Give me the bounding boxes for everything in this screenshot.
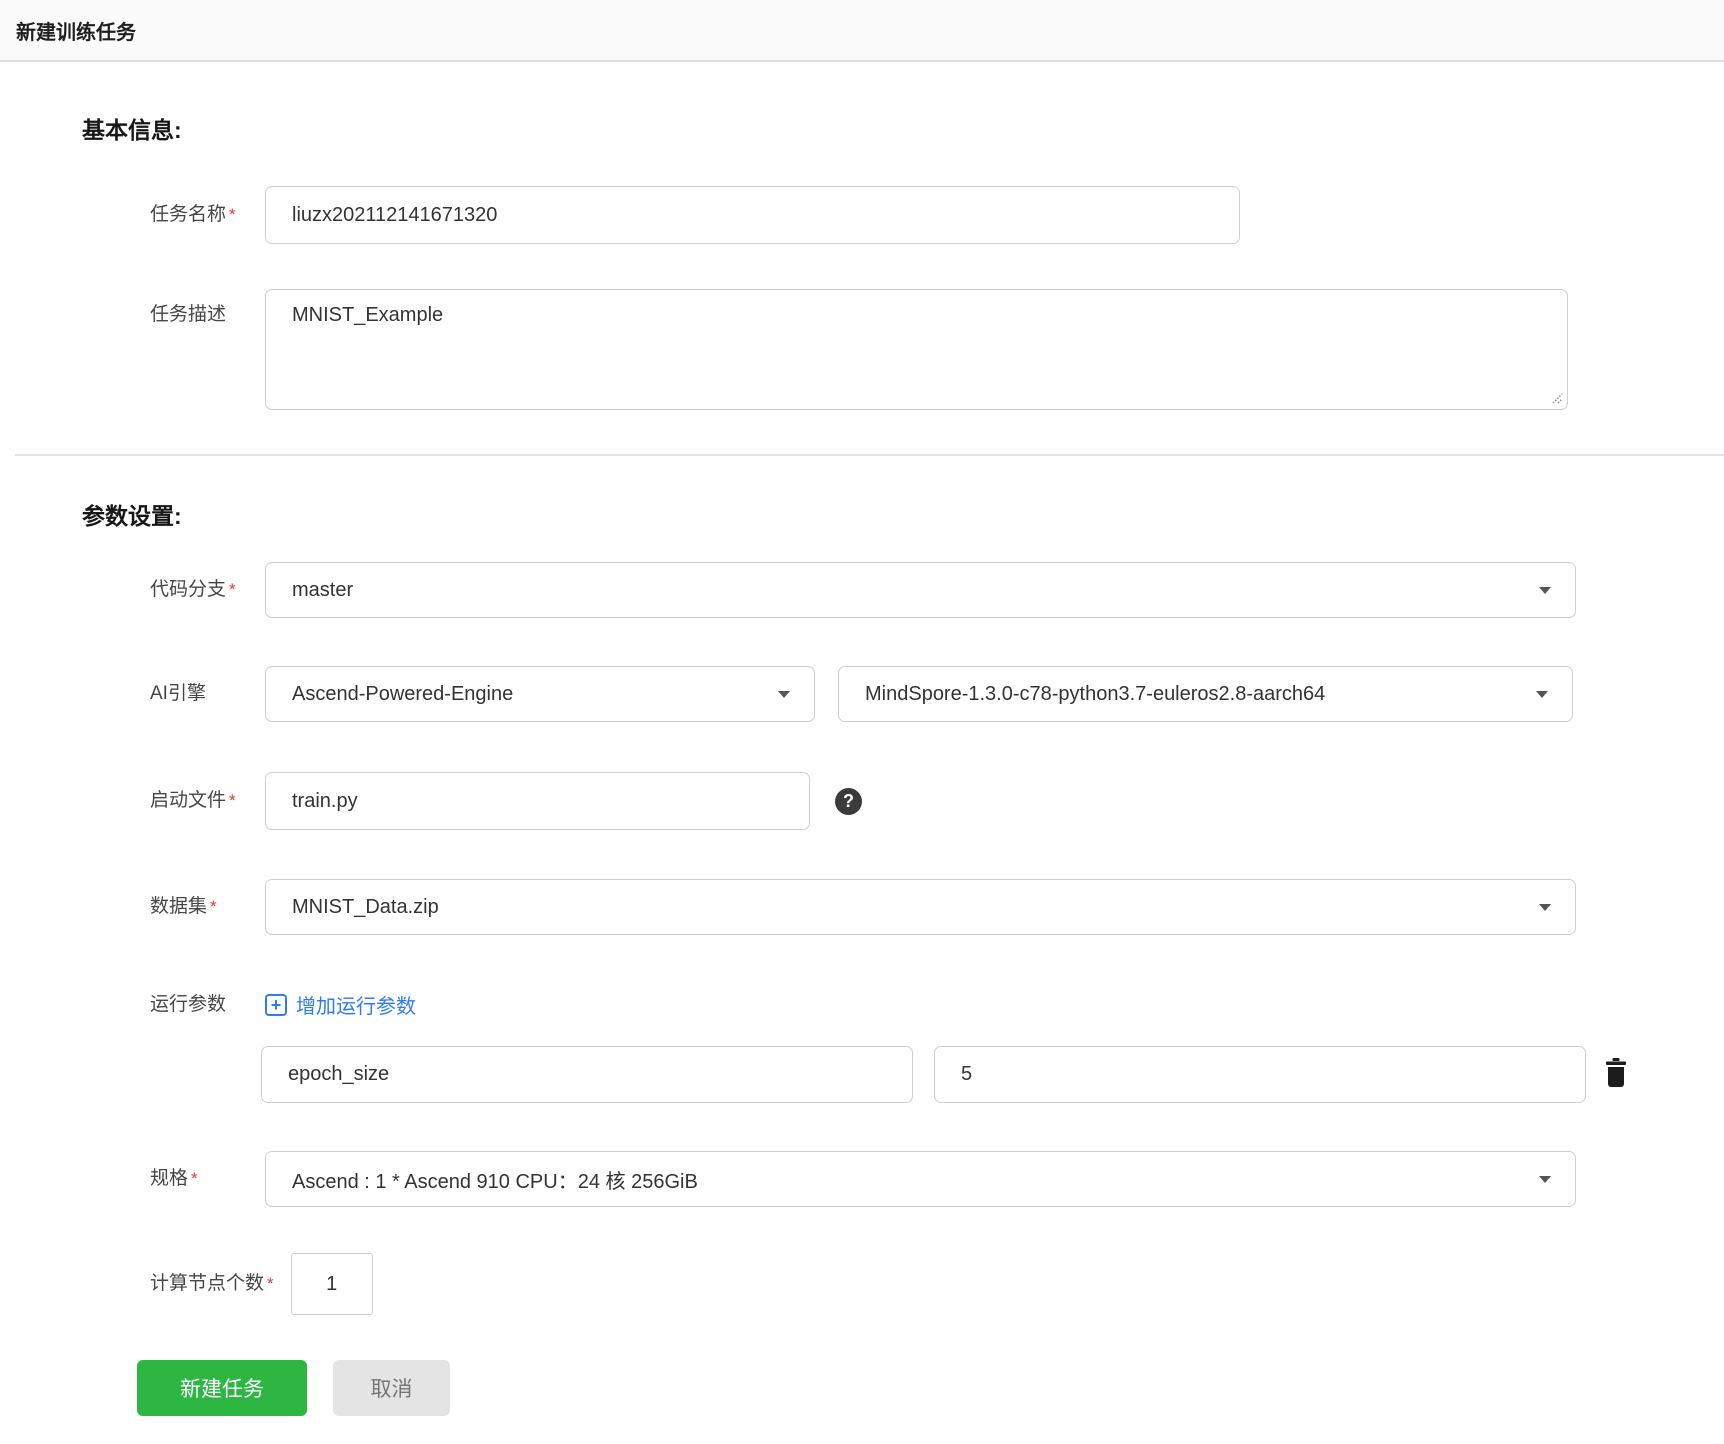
required-asterisk: * — [229, 205, 236, 224]
task-desc-row: 任务描述 MNIST_Example — [0, 289, 1724, 410]
action-buttons-row: 新建任务 取消 — [0, 1360, 1724, 1416]
code-branch-value: master — [292, 578, 354, 601]
chevron-down-icon — [778, 690, 790, 698]
dataset-select[interactable]: MNIST_Data.zip — [265, 879, 1576, 935]
param-input-row — [0, 1046, 1724, 1103]
task-name-label: 任务名称 * — [150, 204, 236, 225]
chevron-down-icon — [1539, 1175, 1551, 1183]
param-key-input[interactable] — [261, 1046, 913, 1103]
ai-engine-label: AI引擎 — [150, 683, 206, 704]
boot-file-label: 启动文件 * — [150, 790, 236, 811]
section-heading-basic: 基本信息: — [82, 117, 182, 143]
dataset-row: 数据集 * MNIST_Data.zip — [0, 879, 1724, 935]
chevron-down-icon — [1539, 903, 1551, 911]
run-params-row: 运行参数 + 增加运行参数 — [0, 990, 1724, 1019]
required-asterisk: * — [229, 791, 236, 810]
chevron-down-icon — [1536, 690, 1548, 698]
app-header: 新建训练任务 — [0, 0, 1724, 62]
task-desc-label: 任务描述 — [150, 304, 227, 325]
section-divider — [15, 454, 1724, 456]
spec-select[interactable]: Ascend : 1 * Ascend 910 CPU：24 核 256GiB — [265, 1151, 1576, 1207]
delete-param-button[interactable] — [1604, 1058, 1628, 1091]
spec-label: 规格 * — [150, 1168, 198, 1189]
boot-file-row: 启动文件* ? — [0, 772, 1724, 830]
cancel-button[interactable]: 取消 — [333, 1360, 450, 1416]
param-value-input[interactable] — [934, 1046, 1586, 1103]
engine-version-select[interactable]: MindSpore-1.3.0-c78-python3.7-euleros2.8… — [838, 666, 1573, 722]
add-param-button[interactable]: + 增加运行参数 — [265, 990, 416, 1019]
dataset-value: MNIST_Data.zip — [292, 895, 439, 918]
ai-engine-value: Ascend-Powered-Engine — [292, 682, 514, 705]
required-asterisk: * — [210, 897, 217, 916]
create-task-button[interactable]: 新建任务 — [137, 1360, 307, 1416]
run-params-label: 运行参数 — [150, 993, 227, 1015]
code-branch-label: 代码分支 * — [150, 579, 236, 600]
add-param-label: 增加运行参数 — [296, 996, 416, 1018]
chevron-down-icon — [1539, 586, 1551, 594]
code-branch-row: 代码分支 * master — [0, 562, 1724, 618]
task-desc-wrap: MNIST_Example — [265, 289, 1568, 410]
resize-grip-icon[interactable] — [1549, 390, 1563, 404]
spec-row: 规格 * Ascend : 1 * Ascend 910 CPU：24 核 256… — [0, 1151, 1724, 1207]
ai-engine-row: AI引擎 Ascend-Powered-Engine MindSpore-1.3… — [0, 666, 1724, 722]
ai-engine-select[interactable]: Ascend-Powered-Engine — [265, 666, 815, 722]
add-icon: + — [265, 993, 287, 1016]
node-count-row: 计算节点个数 * — [0, 1253, 1724, 1315]
trash-icon — [1606, 1058, 1626, 1087]
page-title: 新建训练任务 — [16, 21, 136, 44]
boot-file-input[interactable] — [265, 772, 810, 830]
node-count-label: 计算节点个数 * — [150, 1273, 274, 1294]
spec-value: Ascend : 1 * Ascend 910 CPU：24 核 256GiB — [292, 1170, 698, 1193]
task-desc-textarea[interactable]: MNIST_Example — [265, 289, 1568, 410]
task-name-row: 任务名称 * — [0, 186, 1724, 244]
code-branch-select[interactable]: master — [265, 562, 1576, 618]
section-heading-params: 参数设置: — [82, 503, 182, 529]
required-asterisk: * — [191, 1169, 198, 1188]
required-asterisk: * — [267, 1274, 274, 1293]
engine-version-value: MindSpore-1.3.0-c78-python3.7-euleros2.8… — [865, 682, 1326, 705]
dataset-label: 数据集 * — [150, 896, 217, 917]
node-count-input[interactable] — [290, 1253, 373, 1315]
required-asterisk: * — [229, 580, 236, 599]
help-icon[interactable]: ? — [835, 787, 862, 815]
task-name-input[interactable] — [265, 186, 1240, 244]
